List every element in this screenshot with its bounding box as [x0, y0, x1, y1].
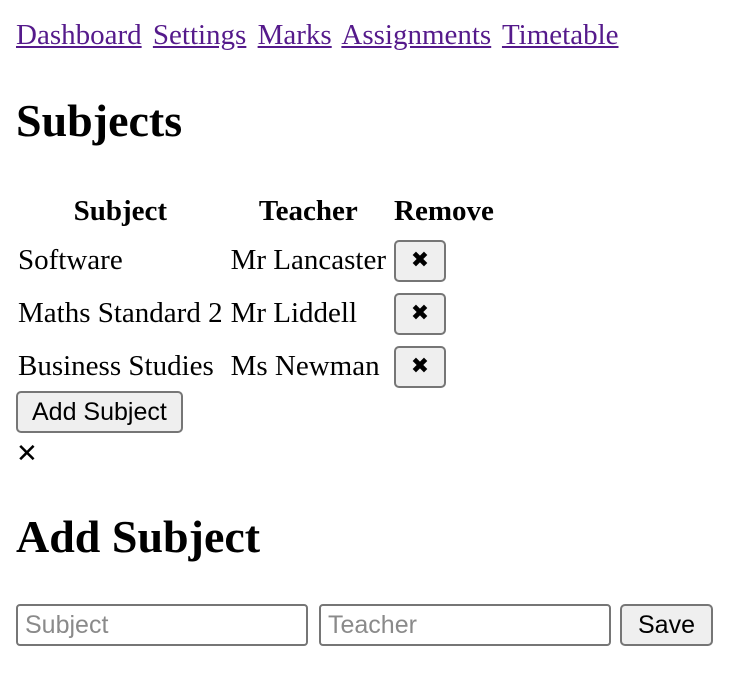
column-header-remove: Remove [394, 194, 494, 227]
remove-cell: ✖ [392, 236, 496, 285]
add-subject-button[interactable]: Add Subject [16, 391, 183, 433]
subject-input[interactable] [16, 604, 308, 646]
table-row: Business Studies Ms Newman ✖ [16, 342, 496, 391]
subject-cell: Maths Standard 2 [18, 297, 223, 329]
add-subject-heading: Add Subject [16, 511, 261, 562]
subjects-heading: Subjects [16, 95, 183, 146]
nav-link-timetable[interactable]: Timetable [502, 19, 619, 51]
teacher-cell: Ms Newman [230, 350, 380, 382]
nav-link-dashboard[interactable]: Dashboard [16, 19, 142, 51]
remove-cell: ✖ [392, 342, 496, 391]
save-button[interactable]: Save [620, 604, 713, 646]
table-row: Software Mr Lancaster ✖ [16, 236, 496, 285]
subjects-table: Subject Teacher Remove Software Mr Lanca… [12, 186, 500, 395]
nav-link-assignments[interactable]: Assignments [341, 19, 491, 51]
nav-link-marks[interactable]: Marks [258, 19, 332, 51]
top-nav: Dashboard Settings Marks Assignments Tim… [16, 16, 619, 54]
remove-icon: ✖ [410, 247, 430, 273]
close-icon[interactable]: ✕ [16, 437, 38, 471]
remove-subject-button[interactable]: ✖ [394, 345, 446, 388]
table-header-row: Subject Teacher Remove [16, 190, 496, 232]
nav-link-settings[interactable]: Settings [153, 19, 246, 51]
remove-subject-button[interactable]: ✖ [394, 239, 446, 282]
column-header-teacher: Teacher [258, 194, 358, 227]
subject-cell: Business Studies [18, 350, 214, 382]
remove-cell: ✖ [392, 289, 496, 338]
table-row: Maths Standard 2 Mr Liddell ✖ [16, 289, 496, 338]
column-header-subject: Subject [73, 194, 168, 227]
teacher-input[interactable] [319, 604, 611, 646]
teacher-cell: Mr Lancaster [230, 244, 386, 276]
remove-subject-button[interactable]: ✖ [394, 292, 446, 335]
remove-icon: ✖ [410, 353, 430, 379]
teacher-cell: Mr Liddell [230, 297, 358, 329]
remove-icon: ✖ [410, 300, 430, 326]
subject-cell: Software [18, 244, 123, 276]
